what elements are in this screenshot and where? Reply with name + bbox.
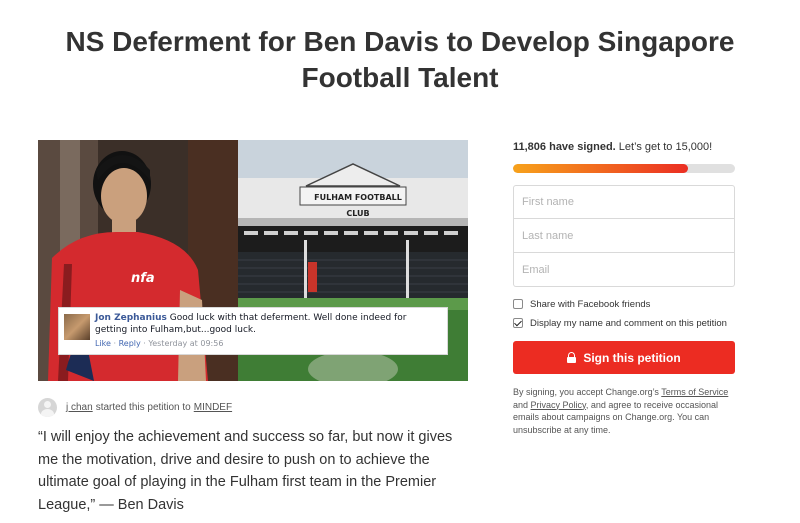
signature-progress-bar xyxy=(513,164,735,173)
display-name-checkbox[interactable] xyxy=(513,318,523,328)
email-input[interactable] xyxy=(513,253,735,287)
sign-petition-button[interactable]: Sign this petition xyxy=(513,341,735,374)
comment-author: Jon Zephanius xyxy=(95,313,167,323)
terms-of-service-link[interactable]: Terms of Service xyxy=(661,387,728,397)
petition-starter: j chan started this petition to MINDEF xyxy=(38,397,232,417)
display-name-option[interactable]: Display my name and comment on this peti… xyxy=(513,316,727,330)
signature-count-number: 11,806 have signed. xyxy=(513,141,616,153)
meta-separator: · xyxy=(113,339,117,348)
stadium-sign: FULHAM FOOTBALL CLUB xyxy=(314,193,402,218)
petition-quote: “I will enjoy the achievement and succes… xyxy=(38,429,453,513)
comment-body: Jon Zephanius Good luck with that deferm… xyxy=(95,312,441,336)
petition-hero-image: FULHAM FOOTBALL CLUB nfa Jon Zephanius G… xyxy=(38,140,468,381)
petition-title: NS Deferment for Ben Davis to Develop Si… xyxy=(65,26,735,93)
user-avatar-icon xyxy=(38,397,57,417)
target-link[interactable]: MINDEF xyxy=(194,402,232,413)
last-name-input[interactable] xyxy=(513,219,735,253)
legal-prefix: By signing, you accept Change.org’s xyxy=(513,387,662,397)
comment-time: Yesterday at 09:56 xyxy=(148,339,224,348)
legal-notice: By signing, you accept Change.org’s Term… xyxy=(513,386,735,436)
sign-button-label: Sign this petition xyxy=(583,350,681,365)
legal-and: and xyxy=(513,399,531,410)
starter-action: started this petition to xyxy=(95,401,191,413)
signature-goal: Let’s get to 15,000! xyxy=(618,141,713,153)
facebook-comment: Jon Zephanius Good luck with that deferm… xyxy=(58,307,448,355)
lock-icon xyxy=(567,352,577,363)
display-name-label: Display my name and comment on this peti… xyxy=(530,317,727,329)
starter-name-link[interactable]: j chan xyxy=(66,402,93,413)
privacy-policy-link[interactable]: Privacy Policy xyxy=(531,400,586,410)
share-facebook-label: Share with Facebook friends xyxy=(530,298,651,310)
share-facebook-checkbox[interactable] xyxy=(513,299,523,309)
comment-meta: Like · Reply · Yesterday at 09:56 xyxy=(95,339,441,348)
shirt-logo: nfa xyxy=(131,271,155,286)
meta-separator: · xyxy=(143,339,146,348)
comment-like-link: Like xyxy=(95,339,111,348)
signature-count: 11,806 have signed. Let’s get to 15,000! xyxy=(513,141,712,153)
commenter-avatar xyxy=(64,314,90,340)
first-name-input[interactable] xyxy=(513,185,735,219)
share-facebook-option[interactable]: Share with Facebook friends xyxy=(513,297,650,311)
progress-fill xyxy=(513,164,688,173)
comment-reply-link: Reply xyxy=(118,339,141,348)
